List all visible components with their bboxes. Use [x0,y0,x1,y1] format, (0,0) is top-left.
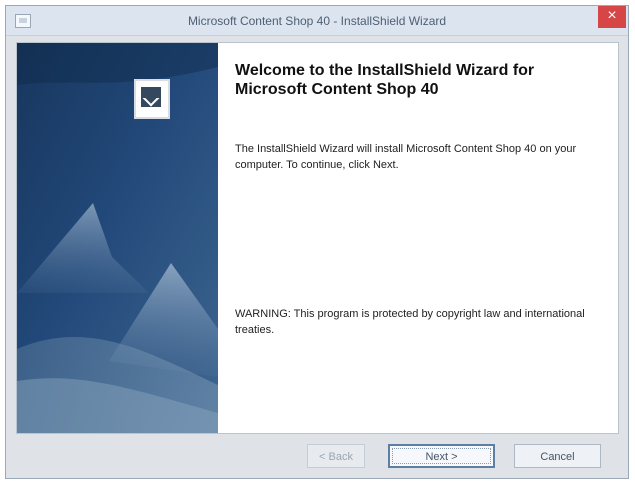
installshield-wizard-window: Microsoft Content Shop 40 - InstallShiel… [5,5,629,479]
cancel-button[interactable]: Cancel [514,444,601,468]
wizard-intro-text: The InstallShield Wizard will install Mi… [235,143,577,171]
copyright-warning-text: WARNING: This program is protected by co… [235,308,585,336]
wizard-text-area: Welcome to the InstallShield Wizard for … [235,61,605,336]
title-bar: Microsoft Content Shop 40 - InstallShiel… [6,6,628,36]
close-button[interactable]: × [598,6,626,28]
installer-window-icon [15,14,31,28]
back-button[interactable]: < Back [307,444,365,468]
next-button[interactable]: Next > [388,444,495,468]
product-logo-icon [134,79,170,119]
wizard-heading: Welcome to the InstallShield Wizard for … [235,62,535,98]
window-title: Microsoft Content Shop 40 - InstallShiel… [187,14,447,28]
wizard-side-banner [17,43,218,433]
wizard-button-bar: < Back Next > Cancel [6,434,628,478]
wizard-content-panel: Welcome to the InstallShield Wizard for … [16,42,619,434]
